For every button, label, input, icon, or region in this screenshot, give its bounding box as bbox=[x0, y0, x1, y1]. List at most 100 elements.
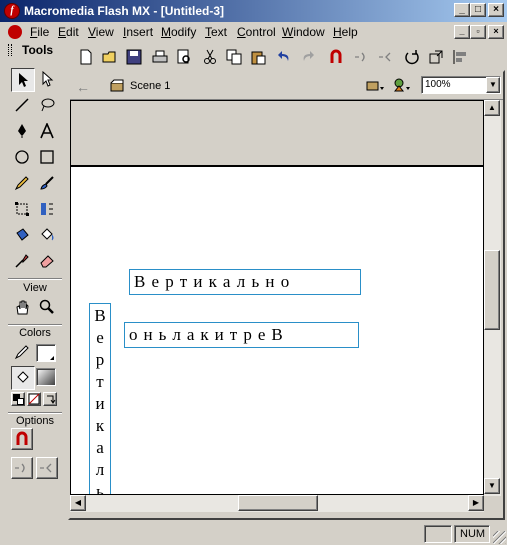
doc-minimize-button[interactable]: _ bbox=[454, 25, 470, 39]
eraser-tool[interactable] bbox=[36, 250, 60, 274]
tools-panel-header[interactable]: Tools bbox=[6, 42, 64, 58]
paste-button[interactable] bbox=[248, 47, 268, 67]
vertical-char: ь bbox=[96, 482, 104, 495]
free-transform-tool[interactable] bbox=[11, 198, 35, 222]
line-tool[interactable] bbox=[11, 94, 35, 118]
brush-tool[interactable] bbox=[36, 172, 60, 196]
print-button[interactable] bbox=[150, 47, 170, 67]
smooth-icon bbox=[355, 52, 365, 62]
status-panel-empty bbox=[424, 525, 452, 543]
options-label: Options bbox=[16, 415, 54, 427]
pen-tool[interactable] bbox=[11, 120, 35, 144]
maximize-button[interactable]: □ bbox=[470, 3, 486, 17]
menu-help[interactable]: Help bbox=[333, 25, 358, 39]
vertical-scrollbar[interactable]: ▲ ▼ bbox=[484, 100, 501, 496]
menu-modify[interactable]: Modify bbox=[161, 25, 196, 39]
fill-color-swatch[interactable] bbox=[36, 368, 56, 386]
title-bar: f Macromedia Flash MX - [Untitled-3] _ □… bbox=[0, 0, 507, 22]
scroll-up-button[interactable]: ▲ bbox=[484, 100, 500, 116]
scroll-left-button[interactable]: ◀ bbox=[70, 495, 86, 511]
copy-button[interactable] bbox=[224, 47, 244, 67]
menu-insert[interactable]: Insert bbox=[123, 25, 153, 39]
edit-symbols-button[interactable] bbox=[392, 77, 414, 95]
horizontal-scrollbar[interactable]: ◀ ▶ bbox=[70, 495, 484, 512]
reversed-text-field[interactable]: оньлакитреВ bbox=[124, 322, 359, 348]
arrow-tool[interactable] bbox=[11, 68, 35, 92]
oval-tool[interactable] bbox=[11, 146, 35, 170]
back-arrow-icon[interactable]: ← bbox=[76, 79, 90, 95]
doc-close-button[interactable]: × bbox=[488, 25, 504, 39]
hand-icon bbox=[16, 300, 29, 315]
new-document-button[interactable] bbox=[76, 47, 96, 67]
edit-scene-button[interactable] bbox=[366, 77, 388, 95]
text-tool[interactable] bbox=[36, 120, 60, 144]
straighten-button[interactable] bbox=[36, 457, 58, 479]
rotate-button[interactable] bbox=[402, 47, 422, 67]
chevron-down-icon[interactable]: ▼ bbox=[486, 77, 500, 93]
stroke-color-swatch[interactable] bbox=[36, 344, 56, 362]
align-button[interactable] bbox=[450, 47, 470, 67]
pencil-icon bbox=[14, 176, 29, 191]
pen-icon bbox=[18, 124, 26, 138]
vertical-text-field[interactable]: В е р т и к а л ь н о bbox=[89, 303, 111, 495]
print-preview-button[interactable] bbox=[174, 47, 194, 67]
fill-transform-tool[interactable] bbox=[36, 198, 60, 222]
swap-icon bbox=[47, 395, 56, 404]
rectangle-tool[interactable] bbox=[36, 146, 60, 170]
doc-restore-button[interactable]: ▫ bbox=[470, 25, 486, 39]
swap-colors-button[interactable] bbox=[43, 392, 57, 406]
document-icon[interactable] bbox=[8, 25, 22, 39]
save-button[interactable] bbox=[124, 47, 144, 67]
free-transform-icon bbox=[15, 202, 29, 216]
subselect-tool[interactable] bbox=[36, 68, 60, 92]
document-window: ← Scene 1 100% ▼ Вертикально оньлакитреВ… bbox=[68, 70, 505, 520]
scene-name[interactable]: Scene 1 bbox=[130, 80, 170, 92]
snap-button[interactable] bbox=[326, 47, 346, 67]
smooth-toolbar-button[interactable] bbox=[352, 47, 372, 67]
tools-title: Tools bbox=[22, 43, 54, 57]
drag-grip-icon[interactable] bbox=[8, 44, 12, 56]
paint-bucket-tool[interactable] bbox=[36, 224, 60, 248]
zoom-tool[interactable] bbox=[36, 296, 60, 320]
smooth-button[interactable] bbox=[11, 457, 33, 479]
magnifier-icon bbox=[39, 299, 54, 314]
resize-grip-icon[interactable] bbox=[493, 531, 506, 544]
black-white-button[interactable] bbox=[11, 392, 25, 406]
stroke-color-pencil bbox=[11, 341, 35, 365]
stage[interactable]: Вертикально оньлакитреВ В е р т и к а л … bbox=[71, 165, 483, 495]
view-label: View bbox=[23, 282, 47, 294]
vertical-scroll-thumb[interactable] bbox=[484, 250, 500, 330]
work-area[interactable]: Вертикально оньлакитреВ В е р т и к а л … bbox=[70, 100, 484, 495]
menu-file[interactable]: File bbox=[30, 25, 49, 39]
zoom-value: 100% bbox=[425, 79, 451, 90]
save-icon bbox=[126, 49, 142, 65]
horizontal-text-field[interactable]: Вертикально bbox=[129, 269, 361, 295]
menu-window[interactable]: Window bbox=[282, 25, 325, 39]
no-color-button[interactable] bbox=[27, 392, 41, 406]
ink-bottle-tool[interactable] bbox=[11, 224, 35, 248]
menu-text[interactable]: Text bbox=[205, 25, 227, 39]
straighten-toolbar-button[interactable] bbox=[376, 47, 396, 67]
pencil-tool[interactable] bbox=[11, 172, 35, 196]
oval-icon bbox=[15, 150, 29, 164]
close-button[interactable]: × bbox=[488, 3, 504, 17]
eyedropper-tool[interactable] bbox=[11, 250, 35, 274]
flash-app-icon[interactable]: f bbox=[4, 3, 20, 19]
minimize-button[interactable]: _ bbox=[454, 3, 470, 17]
menu-view[interactable]: View bbox=[88, 25, 114, 39]
hand-tool[interactable] bbox=[11, 296, 35, 320]
snap-to-objects-button[interactable] bbox=[11, 428, 33, 450]
scroll-right-button[interactable]: ▶ bbox=[468, 495, 484, 511]
window-title: Macromedia Flash MX - [Untitled-3] bbox=[24, 4, 225, 18]
lasso-tool[interactable] bbox=[36, 94, 60, 118]
open-button[interactable] bbox=[100, 47, 120, 67]
zoom-dropdown[interactable]: 100% ▼ bbox=[421, 76, 501, 94]
menu-edit[interactable]: Edit bbox=[58, 25, 79, 39]
scale-button[interactable] bbox=[426, 47, 446, 67]
horizontal-scroll-thumb[interactable] bbox=[238, 495, 318, 511]
scroll-down-button[interactable]: ▼ bbox=[484, 478, 500, 494]
redo-button[interactable] bbox=[298, 47, 318, 67]
menu-control[interactable]: Control bbox=[237, 25, 276, 39]
undo-button[interactable] bbox=[274, 47, 294, 67]
cut-button[interactable] bbox=[200, 47, 220, 67]
